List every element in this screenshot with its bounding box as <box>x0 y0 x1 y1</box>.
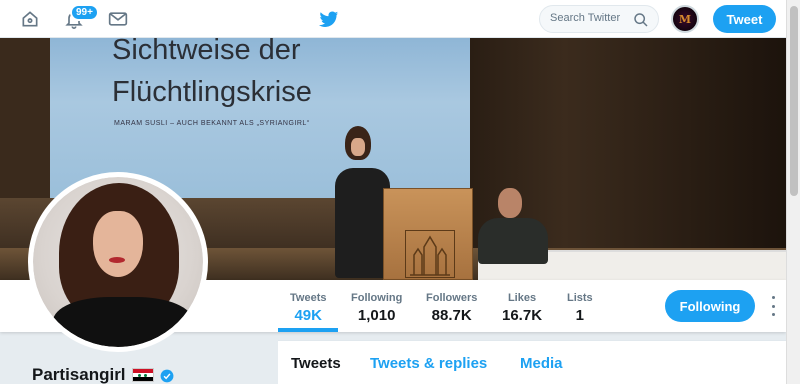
envelope-icon[interactable] <box>106 8 130 30</box>
top-navigation: 99+ M Tweet <box>0 0 786 38</box>
syria-flag-icon <box>131 368 154 382</box>
avatar-monogram: M <box>678 12 692 26</box>
stat-label: Following <box>351 292 403 304</box>
stat-label: Tweets <box>290 292 327 304</box>
lectern-emblem <box>405 230 455 278</box>
profile-name-text: Partisangirl <box>32 365 126 384</box>
stat-followers[interactable]: Followers 88.7K <box>426 292 477 324</box>
stat-lists[interactable]: Lists 1 <box>567 292 593 324</box>
home-icon[interactable] <box>18 8 42 30</box>
tweet-button[interactable]: Tweet <box>713 5 776 33</box>
notifications-badge: 99+ <box>70 4 99 21</box>
stat-tweets[interactable]: Tweets 49K <box>290 292 326 324</box>
verified-badge-icon <box>160 368 174 383</box>
page-scrollbar[interactable] <box>786 0 800 384</box>
profile-photo <box>33 177 203 347</box>
seated-man-head <box>498 188 522 218</box>
photo-face <box>93 211 143 277</box>
tab-tweets-replies[interactable]: Tweets & replies <box>370 355 487 372</box>
stat-following[interactable]: Following 1,010 <box>351 292 402 324</box>
tab-tweets[interactable]: Tweets <box>291 355 341 372</box>
search-icon[interactable] <box>633 12 649 28</box>
search-input[interactable] <box>550 12 634 24</box>
speaker-figure <box>335 168 390 278</box>
stage-wall <box>470 38 786 248</box>
stat-value: 49K <box>294 307 322 324</box>
stat-label: Lists <box>567 292 593 304</box>
account-avatar[interactable]: M <box>671 5 699 33</box>
following-button[interactable]: Following <box>665 290 755 322</box>
seated-man <box>478 218 548 264</box>
profile-avatar[interactable] <box>28 172 208 352</box>
timeline-tabs: Tweets Tweets & replies Media <box>278 340 786 384</box>
screen-text-line2: Flüchtlingskrise <box>112 76 312 108</box>
stat-likes[interactable]: Likes 16.7K <box>502 292 542 324</box>
twitter-bird-icon[interactable] <box>318 8 340 30</box>
stat-value: 88.7K <box>431 307 472 324</box>
more-vertical-icon[interactable] <box>768 296 778 316</box>
stat-label: Likes <box>507 292 537 304</box>
screen-text-line3: MARAM SUSLI – AUCH BEKANNT ALS „SYRIANGI… <box>114 120 310 127</box>
tab-media[interactable]: Media <box>520 355 563 372</box>
photo-lips <box>109 257 125 263</box>
screen-text-line1: Sichtweise der <box>112 38 301 66</box>
search-box[interactable] <box>539 5 659 33</box>
scrollbar-thumb[interactable] <box>790 6 798 196</box>
profile-name[interactable]: Partisangirl <box>32 365 174 384</box>
stat-value: 1,010 <box>357 307 396 324</box>
stat-label: Followers <box>426 292 478 304</box>
stat-value: 1 <box>575 307 585 324</box>
stat-value: 16.7K <box>502 307 543 324</box>
photo-shoulders <box>53 297 193 347</box>
active-stat-underline <box>278 328 338 332</box>
speaker-face <box>351 138 365 156</box>
